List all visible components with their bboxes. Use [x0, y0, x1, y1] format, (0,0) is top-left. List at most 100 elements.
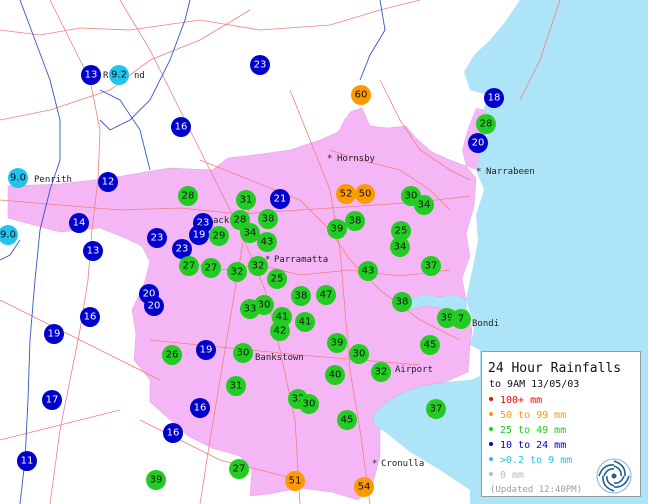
rain-gauge-station: 16: [80, 307, 100, 327]
station-value: 16: [167, 428, 180, 439]
station-value: 32: [252, 261, 265, 272]
rain-gauge-station: 51: [285, 471, 305, 491]
station-value: 51: [289, 476, 302, 487]
station-value: 42: [274, 326, 287, 337]
legend-item: 25 to 49 mm: [489, 425, 566, 436]
rain-gauge-station: 20: [144, 296, 164, 316]
station-value: 34: [394, 242, 407, 253]
rain-gauge-station: 26: [162, 345, 182, 365]
station-value: 43: [261, 237, 274, 248]
rain-gauge-station: 27: [229, 459, 249, 479]
station-value: 45: [424, 340, 437, 351]
rain-gauge-station: 23: [250, 55, 270, 75]
station-value: 23: [176, 244, 189, 255]
station-value: 16: [194, 403, 207, 414]
station-value: 26: [166, 350, 179, 361]
rain-gauge-station: 17: [42, 390, 62, 410]
rain-gauge-station: 38: [258, 209, 278, 229]
rain-gauge-station: 19: [44, 324, 64, 344]
station-value: 38: [349, 216, 362, 227]
legend-label: 50 to 99 mm: [500, 410, 567, 421]
station-value: 54: [358, 482, 371, 493]
station-value: 19: [48, 329, 61, 340]
station-value: 43: [362, 266, 375, 277]
rain-gauge-station: 13: [81, 65, 101, 85]
legend-dot: [489, 412, 493, 416]
rain-gauge-station: 14: [69, 213, 89, 233]
rain-gauge-station: 41: [295, 312, 315, 332]
place-label-cronulla: Cronulla: [381, 459, 424, 469]
rain-gauge-station: 29: [209, 226, 229, 246]
station-value: 33: [244, 304, 257, 315]
place-marker-narrabeen: *: [476, 167, 481, 177]
rain-gauge-station: 18: [484, 88, 504, 108]
station-value: 52: [340, 189, 353, 200]
station-value: 20: [472, 138, 485, 149]
rain-gauge-station: 45: [420, 335, 440, 355]
place-label-penrith: Penrith: [34, 175, 72, 185]
legend-subtitle: to 9AM 13/05/03: [489, 379, 580, 390]
station-value: 50: [359, 189, 372, 200]
rain-gauge-station: 9.0: [8, 168, 28, 188]
station-value: 39: [150, 475, 163, 486]
rain-gauge-station: 39: [327, 333, 347, 353]
rain-gauge-station: 32: [227, 262, 247, 282]
legend-item: 100+ mm: [489, 395, 542, 406]
place-marker-hornsby: *: [327, 154, 332, 164]
legend-label: 0 mm: [500, 470, 525, 481]
rain-gauge-station: 12: [98, 172, 118, 192]
station-value: 18: [488, 93, 501, 104]
station-value: 41: [299, 317, 312, 328]
place-label-richmond: R: [103, 71, 109, 81]
place-label-bankstown: Bankstown: [255, 353, 304, 363]
station-value: 9.0: [0, 230, 16, 241]
rain-gauge-station: 43: [257, 232, 277, 252]
rain-gauge-station: 11: [17, 451, 37, 471]
station-value: 47: [320, 290, 333, 301]
station-value: 27: [233, 464, 246, 475]
station-value: 28: [480, 119, 493, 130]
rain-gauge-station: 52: [336, 184, 356, 204]
rain-gauge-station: 42: [270, 321, 290, 341]
station-value: 25: [271, 274, 284, 285]
station-value: 30: [237, 348, 250, 359]
station-value: 30: [303, 399, 316, 410]
station-value: 31: [230, 381, 243, 392]
station-value: 28: [182, 191, 195, 202]
station-value: 32: [231, 267, 244, 278]
rain-gauge-station: 38: [345, 211, 365, 231]
station-value: 45: [341, 415, 354, 426]
legend-dot: [489, 442, 493, 446]
bureau-swirl-logo-icon: [596, 458, 632, 494]
legend-dot: [489, 457, 493, 461]
rain-gauge-station: 39: [327, 219, 347, 239]
station-value: 31: [240, 195, 253, 206]
rain-gauge-station: 34: [390, 237, 410, 257]
legend-item: 0 mm: [489, 470, 524, 481]
station-value: 38: [396, 297, 409, 308]
legend-dot: [489, 397, 493, 401]
legend-label: >0.2 to 9 mm: [500, 455, 573, 466]
station-value: 38: [262, 214, 275, 225]
rain-gauge-station: 16: [190, 398, 210, 418]
place-label-richmond-suffix: nd: [134, 71, 145, 81]
rain-gauge-station: 16: [171, 117, 191, 137]
rain-gauge-station: 32: [248, 256, 268, 276]
rain-gauge-station: 27: [179, 256, 199, 276]
rain-gauge-station: 33: [240, 299, 260, 319]
station-value: 7: [458, 314, 464, 325]
station-value: 19: [200, 345, 213, 356]
station-value: 40: [329, 370, 342, 381]
station-value: 14: [73, 218, 86, 229]
station-value: 38: [295, 291, 308, 302]
rain-gauge-station: 27: [201, 258, 221, 278]
rain-gauge-station: 25: [267, 269, 287, 289]
station-value: 12: [102, 177, 115, 188]
station-value: 39: [331, 224, 344, 235]
legend-label: 100+ mm: [500, 395, 543, 406]
rain-gauge-station: 32: [371, 362, 391, 382]
rain-gauge-station: 37: [426, 399, 446, 419]
rain-gauge-station: 40: [325, 365, 345, 385]
station-value: 34: [244, 228, 257, 239]
place-label-hornsby: Hornsby: [337, 154, 376, 164]
